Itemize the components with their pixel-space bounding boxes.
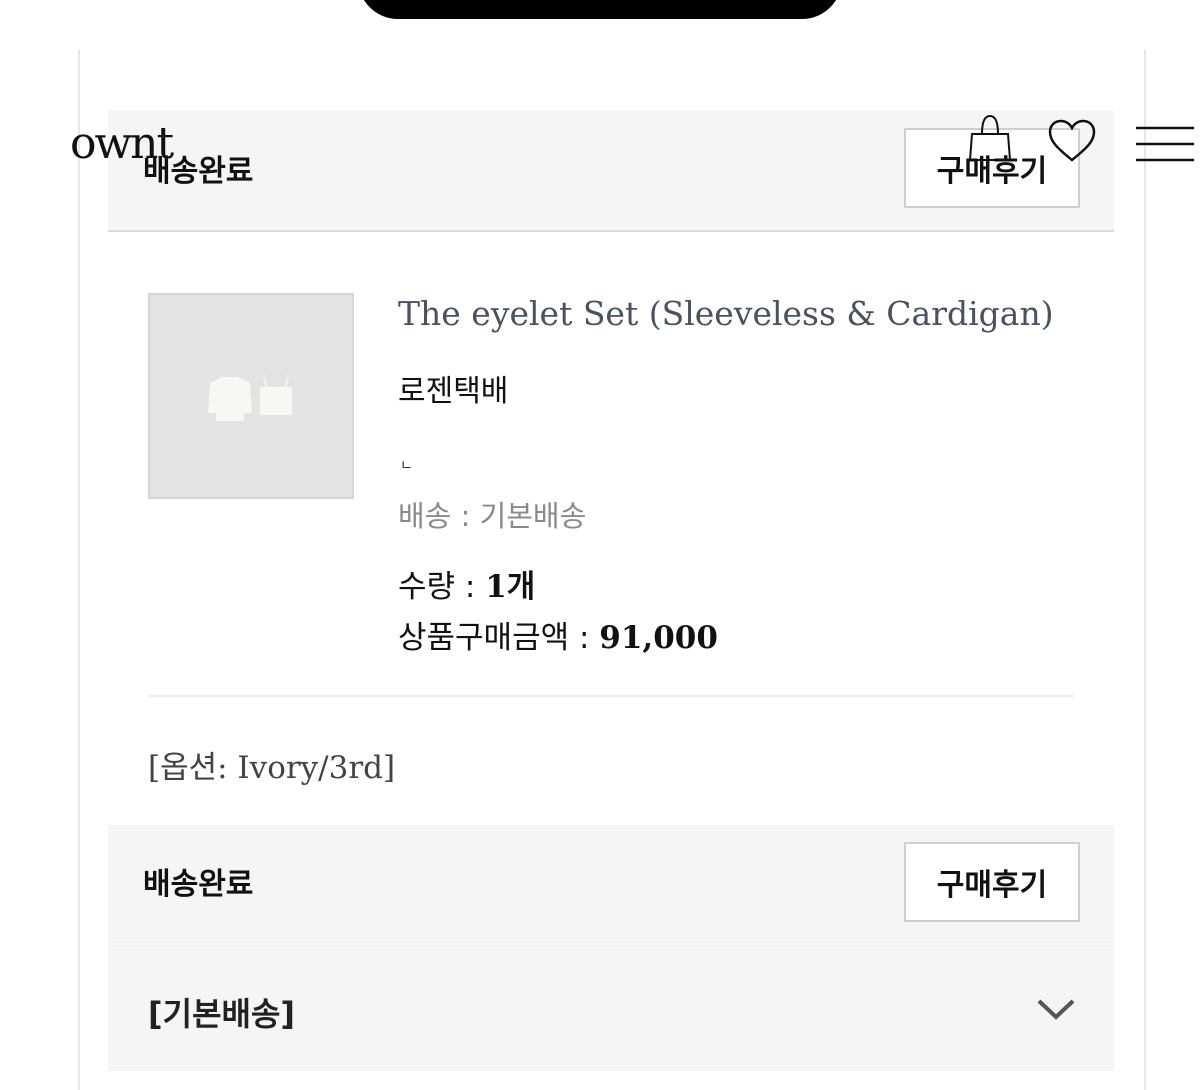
product-option: [옵션: Ivory/3rd]	[148, 750, 396, 786]
quantity-label: 수량 :	[398, 569, 486, 605]
order-status-bar-2: 배송완료 구매후기	[108, 825, 1114, 943]
product-name[interactable]: The eyelet Set (Sleeveless & Cardigan)	[398, 294, 1054, 333]
device-notch	[358, 0, 842, 19]
sub-item-mark: ㄴ	[400, 458, 413, 474]
chevron-down-icon[interactable]	[1036, 997, 1076, 1025]
order-status-bar: 배송완료 구매후기	[108, 110, 1114, 232]
shopping-bag-icon[interactable]	[966, 114, 1014, 166]
product-thumbnail[interactable]	[148, 293, 354, 499]
purchase-amount-value: 91,000	[599, 620, 718, 656]
hamburger-menu-icon[interactable]	[1136, 126, 1196, 170]
write-review-button[interactable]: 구매후기	[904, 842, 1080, 922]
delivery-status: 배송완료	[143, 867, 254, 902]
product-image-icon	[208, 374, 292, 421]
heart-icon[interactable]	[1047, 118, 1097, 168]
quantity-value: 1개	[485, 569, 536, 605]
purchase-amount-label: 상품구매금액 :	[398, 620, 600, 656]
shipping-group-row[interactable]: [기본배송]	[108, 943, 1114, 1071]
brand-logo[interactable]: ownt	[70, 118, 174, 169]
courier-name: 로젠택배	[398, 374, 509, 409]
quantity: 수량 : 1개	[398, 561, 535, 606]
purchase-amount: 상품구매금액 : 91,000	[398, 612, 718, 657]
shipping-group-label: [기본배송]	[148, 995, 296, 1033]
item-divider	[148, 695, 1074, 697]
shipping-type: 배송 : 기본배송	[398, 499, 587, 533]
